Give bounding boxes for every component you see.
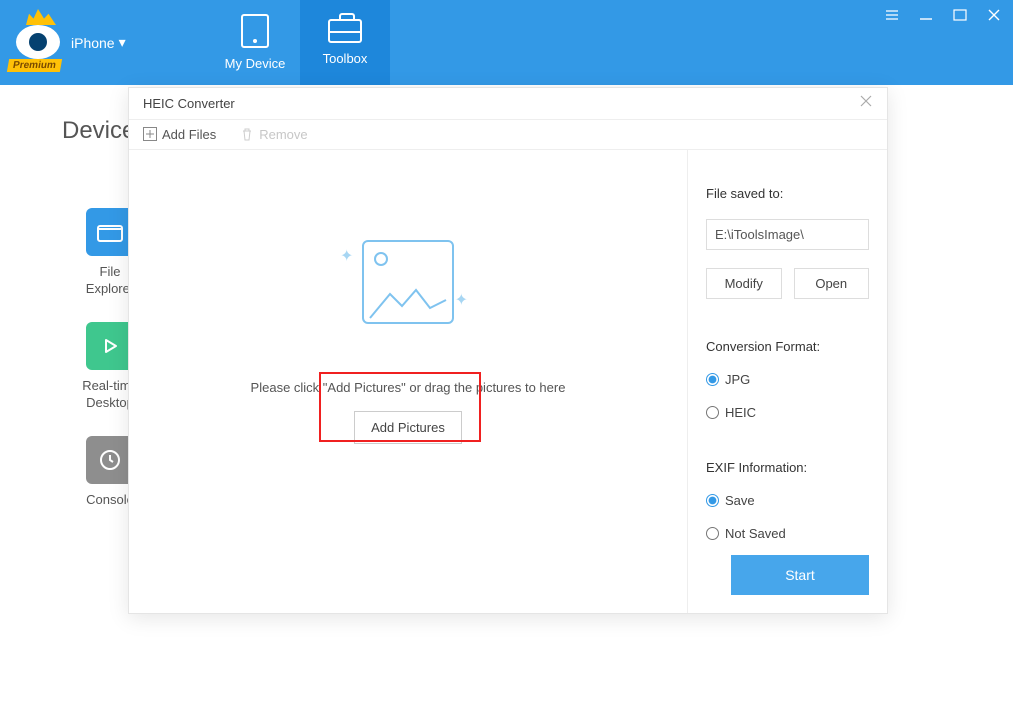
device-selector[interactable]: iPhone ▾ <box>71 34 126 51</box>
dialog-title: HEIC Converter <box>143 96 235 111</box>
dialog-close-button[interactable] <box>859 94 873 113</box>
remove-button: Remove <box>240 127 307 142</box>
plus-icon <box>143 127 157 141</box>
tab-label: My Device <box>225 56 286 71</box>
radio-input[interactable] <box>706 406 719 419</box>
device-selector-label: iPhone <box>71 35 115 51</box>
tool-label: File Explorer <box>86 264 134 298</box>
format-jpg-radio[interactable]: JPG <box>706 372 869 387</box>
menu-icon[interactable] <box>883 6 901 24</box>
play-icon <box>86 322 134 370</box>
button-label: Add Files <box>162 127 216 142</box>
radio-label: HEIC <box>725 405 756 420</box>
add-files-button[interactable]: Add Files <box>143 127 216 142</box>
radio-input[interactable] <box>706 373 719 386</box>
trash-icon <box>240 127 254 141</box>
dialog-toolbar: Add Files Remove <box>129 120 887 150</box>
app-titlebar: Premium iPhone ▾ My Device Toolbox <box>0 0 1013 85</box>
image-placeholder-icon: ✦ ✦ <box>338 230 478 340</box>
format-label: Conversion Format: <box>706 339 869 354</box>
radio-label: Not Saved <box>725 526 786 541</box>
button-label: Remove <box>259 127 307 142</box>
device-icon <box>241 14 269 48</box>
modify-button[interactable]: Modify <box>706 268 782 299</box>
premium-badge: Premium <box>7 59 62 72</box>
radio-input[interactable] <box>706 527 719 540</box>
dialog-header: HEIC Converter <box>129 88 887 120</box>
exif-save-radio[interactable]: Save <box>706 493 869 508</box>
app-logo-icon: Premium <box>10 15 65 70</box>
tab-my-device[interactable]: My Device <box>210 0 300 85</box>
toolbox-icon <box>328 19 362 43</box>
page-title: Device <box>62 117 135 145</box>
radio-input[interactable] <box>706 494 719 507</box>
saved-to-label: File saved to: <box>706 186 869 201</box>
drop-hint-text: Please click "Add Pictures" or drag the … <box>251 380 566 395</box>
save-path-input[interactable] <box>706 219 869 250</box>
open-button[interactable]: Open <box>794 268 870 299</box>
drop-zone[interactable]: ✦ ✦ Please click "Add Pictures" or drag … <box>129 150 687 613</box>
format-heic-radio[interactable]: HEIC <box>706 405 869 420</box>
tab-toolbox[interactable]: Toolbox <box>300 0 390 85</box>
radio-label: Save <box>725 493 755 508</box>
exif-label: EXIF Information: <box>706 460 869 475</box>
dialog-body: ✦ ✦ Please click "Add Pictures" or drag … <box>129 150 887 613</box>
tool-label: Console <box>86 492 134 509</box>
folder-icon <box>86 208 134 256</box>
maximize-button[interactable] <box>951 6 969 24</box>
radio-label: JPG <box>725 372 750 387</box>
close-button[interactable] <box>985 6 1003 24</box>
settings-panel: File saved to: Modify Open Conversion Fo… <box>687 150 887 613</box>
add-pictures-button[interactable]: Add Pictures <box>354 411 462 444</box>
exif-notsaved-radio[interactable]: Not Saved <box>706 526 869 541</box>
minimize-button[interactable] <box>917 6 935 24</box>
window-controls <box>883 6 1003 24</box>
clock-icon <box>86 436 134 484</box>
main-tabs: My Device Toolbox <box>210 0 390 85</box>
start-button[interactable]: Start <box>731 555 869 595</box>
tab-label: Toolbox <box>323 51 368 66</box>
chevron-down-icon: ▾ <box>119 34 126 51</box>
logo-area: Premium iPhone ▾ <box>0 0 210 85</box>
heic-converter-dialog: HEIC Converter Add Files Remove ✦ ✦ Plea… <box>128 87 888 614</box>
